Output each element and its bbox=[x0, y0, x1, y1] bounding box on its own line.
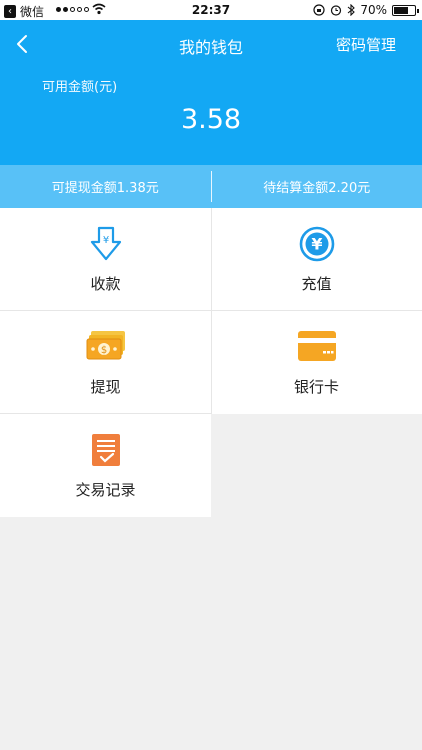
rotation-lock-icon bbox=[313, 4, 325, 16]
menu-item-receive[interactable]: ¥ 收款 bbox=[0, 208, 211, 311]
status-bar: ‹ 微信 22:37 70% bbox=[0, 0, 422, 20]
menu-label: 银行卡 bbox=[293, 378, 339, 396]
grid-divider bbox=[211, 208, 212, 414]
record-icon bbox=[91, 434, 120, 466]
withdrawable-amount: 可提现金额1.38元 bbox=[51, 181, 159, 196]
grid-divider bbox=[0, 310, 422, 311]
grid-divider bbox=[0, 413, 211, 414]
alarm-icon bbox=[331, 5, 342, 16]
svg-text:¥: ¥ bbox=[311, 235, 322, 254]
balance-label: 可用金额(元) bbox=[42, 80, 118, 95]
menu-label: 充值 bbox=[301, 275, 332, 293]
balance-amount: 3.58 bbox=[180, 104, 242, 135]
wallet-header: 我的钱包 密码管理 可用金额(元) 3.58 bbox=[0, 20, 422, 165]
bluetooth-icon bbox=[347, 4, 356, 16]
menu-item-bank-card[interactable]: 银行卡 bbox=[211, 311, 422, 414]
battery-percent: 70% bbox=[360, 3, 387, 17]
bank-card-icon bbox=[297, 331, 336, 361]
summary-bar: 可提现金额1.38元 待结算金额2.20元 bbox=[0, 165, 422, 208]
password-manage-button[interactable]: 密码管理 bbox=[336, 34, 396, 55]
cash-icon: $ bbox=[86, 331, 125, 360]
svg-text:$: $ bbox=[100, 345, 106, 356]
menu-label: 交易记录 bbox=[75, 481, 136, 499]
battery-icon bbox=[392, 4, 419, 16]
menu-label: 收款 bbox=[90, 275, 121, 293]
receive-icon: ¥ bbox=[90, 226, 121, 261]
menu-item-transactions[interactable]: 交易记录 bbox=[0, 414, 211, 517]
yuan-circle-icon: ¥ bbox=[299, 226, 334, 262]
menu-item-recharge[interactable]: ¥ 充值 bbox=[211, 208, 422, 311]
svg-text:¥: ¥ bbox=[102, 235, 108, 246]
pending-amount: 待结算金额2.20元 bbox=[263, 181, 371, 196]
menu-item-withdraw[interactable]: $ 提现 bbox=[0, 311, 211, 414]
menu-label: 提现 bbox=[90, 378, 121, 396]
